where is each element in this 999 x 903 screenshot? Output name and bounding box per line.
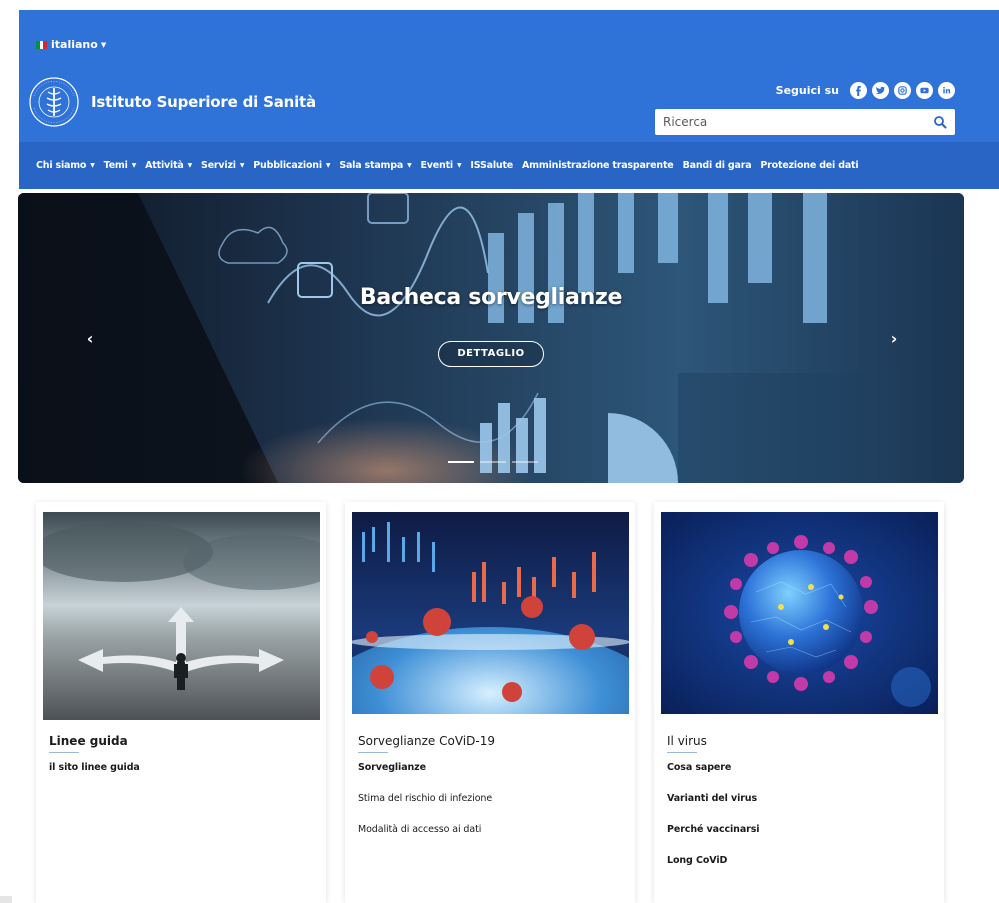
nav-item-attivita[interactable]: Attività ▼ xyxy=(145,160,192,171)
nav-item-issalute[interactable]: ISSalute xyxy=(470,160,513,171)
search-box xyxy=(655,109,955,135)
social-links: Seguici su xyxy=(776,82,955,99)
carousel-indicator[interactable] xyxy=(480,461,506,463)
caret-down-icon: ▼ xyxy=(187,162,193,169)
instagram-icon[interactable] xyxy=(894,82,911,99)
follow-label: Seguici su xyxy=(775,84,839,97)
caret-down-icon: ▼ xyxy=(407,162,412,169)
nav-item-servizi[interactable]: Servizi ▼ xyxy=(201,160,244,171)
card-links: Sorveglianze Stima del rischio di infezi… xyxy=(358,762,492,855)
caret-down-icon: ▼ xyxy=(90,162,95,169)
italian-flag-icon xyxy=(36,40,48,49)
nav-item-bandi-di-gara[interactable]: Bandi di gara xyxy=(683,160,752,171)
language-label: italiano xyxy=(51,38,98,51)
card-link[interactable]: Cosa sapere xyxy=(667,762,759,773)
card-linee-guida: Linee guida il sito linee guida xyxy=(36,502,326,903)
card-image[interactable] xyxy=(43,512,320,720)
title-underline xyxy=(667,752,697,753)
nav-item-pubblicazioni[interactable]: Pubblicazioni ▼ xyxy=(253,160,330,171)
search-input[interactable] xyxy=(663,115,933,129)
carousel-prev-icon[interactable]: ‹ xyxy=(80,329,100,348)
nav-item-temi[interactable]: Temi ▼ xyxy=(104,160,137,171)
youtube-icon[interactable] xyxy=(916,82,933,99)
nav-item-protezione-dei-dati[interactable]: Protezione dei dati xyxy=(760,160,858,171)
nav-item-eventi[interactable]: Eventi ▼ xyxy=(421,160,462,171)
site-title: Istituto Superiore di Sanità xyxy=(91,93,316,111)
site-header: italiano ▼ Istituto Superiore di Sanità … xyxy=(19,10,999,142)
nav-item-amministrazione-trasparente[interactable]: Amministrazione trasparente xyxy=(522,160,674,171)
hero-detail-button[interactable]: DETTAGLIO xyxy=(438,341,544,367)
facebook-icon[interactable] xyxy=(850,82,867,99)
language-selector[interactable]: italiano ▼ xyxy=(36,38,106,51)
card-il-virus: Il virus Cosa sapere Varianti del virus … xyxy=(654,502,944,903)
card-link[interactable]: Stima del rischio di infezione xyxy=(358,793,492,804)
virus-image xyxy=(661,512,938,714)
carousel-next-icon[interactable]: › xyxy=(884,329,904,348)
linkedin-icon[interactable] xyxy=(938,82,955,99)
caret-down-icon: ▼ xyxy=(325,162,331,169)
hero-background-image xyxy=(18,193,964,483)
title-underline xyxy=(49,752,79,753)
card-title[interactable]: Il virus xyxy=(667,734,707,748)
carousel-indicator[interactable] xyxy=(512,461,538,463)
card-link[interactable]: Sorveglianze xyxy=(358,762,492,773)
card-image[interactable] xyxy=(661,512,938,714)
chevron-down-icon: ▼ xyxy=(100,40,107,49)
hero-title: Bacheca sorveglianze xyxy=(359,285,623,310)
search-icon[interactable] xyxy=(933,115,947,129)
crossroads-arrows-image xyxy=(43,512,320,720)
hero-carousel: Bacheca sorveglianze DETTAGLIO ‹ › xyxy=(18,193,964,483)
caret-down-icon: ▼ xyxy=(457,162,462,169)
main-nav: Chi siamo ▼ Temi ▼ Attività ▼ Servizi ▼ Pubb… xyxy=(19,142,999,189)
nav-item-chi-siamo[interactable]: Chi siamo ▼ xyxy=(36,160,95,171)
card-title[interactable]: Sorveglianze CoViD-19 xyxy=(358,734,495,748)
carousel-indicator[interactable] xyxy=(448,461,474,463)
covid-earth-chart-image xyxy=(352,512,629,714)
site-brand[interactable]: Istituto Superiore di Sanità xyxy=(24,72,316,132)
page-corner xyxy=(0,896,12,903)
card-link[interactable]: Perché vaccinarsi xyxy=(667,824,760,835)
carousel-indicators xyxy=(448,461,538,463)
card-link[interactable]: il sito linee guida xyxy=(49,762,140,773)
card-links: Cosa sapere Varianti del virus Perché va… xyxy=(667,762,760,886)
card-link[interactable]: Modalità di accesso ai dati xyxy=(358,824,492,835)
card-link[interactable]: Varianti del virus xyxy=(667,793,759,804)
card-link[interactable]: Long CoViD xyxy=(667,855,759,866)
nav-item-sala-stampa[interactable]: Sala stampa ▼ xyxy=(339,160,411,171)
title-underline xyxy=(358,752,388,753)
caret-down-icon: ▼ xyxy=(131,162,137,169)
caret-down-icon: ▼ xyxy=(239,162,245,169)
card-title[interactable]: Linee guida xyxy=(49,734,128,748)
card-image[interactable] xyxy=(352,512,629,714)
twitter-icon[interactable] xyxy=(872,82,889,99)
card-links: il sito linee guida xyxy=(49,762,140,793)
iss-logo-icon xyxy=(29,77,79,127)
card-sorveglianze-covid: Sorveglianze CoViD-19 Sorveglianze Stima… xyxy=(345,502,635,903)
